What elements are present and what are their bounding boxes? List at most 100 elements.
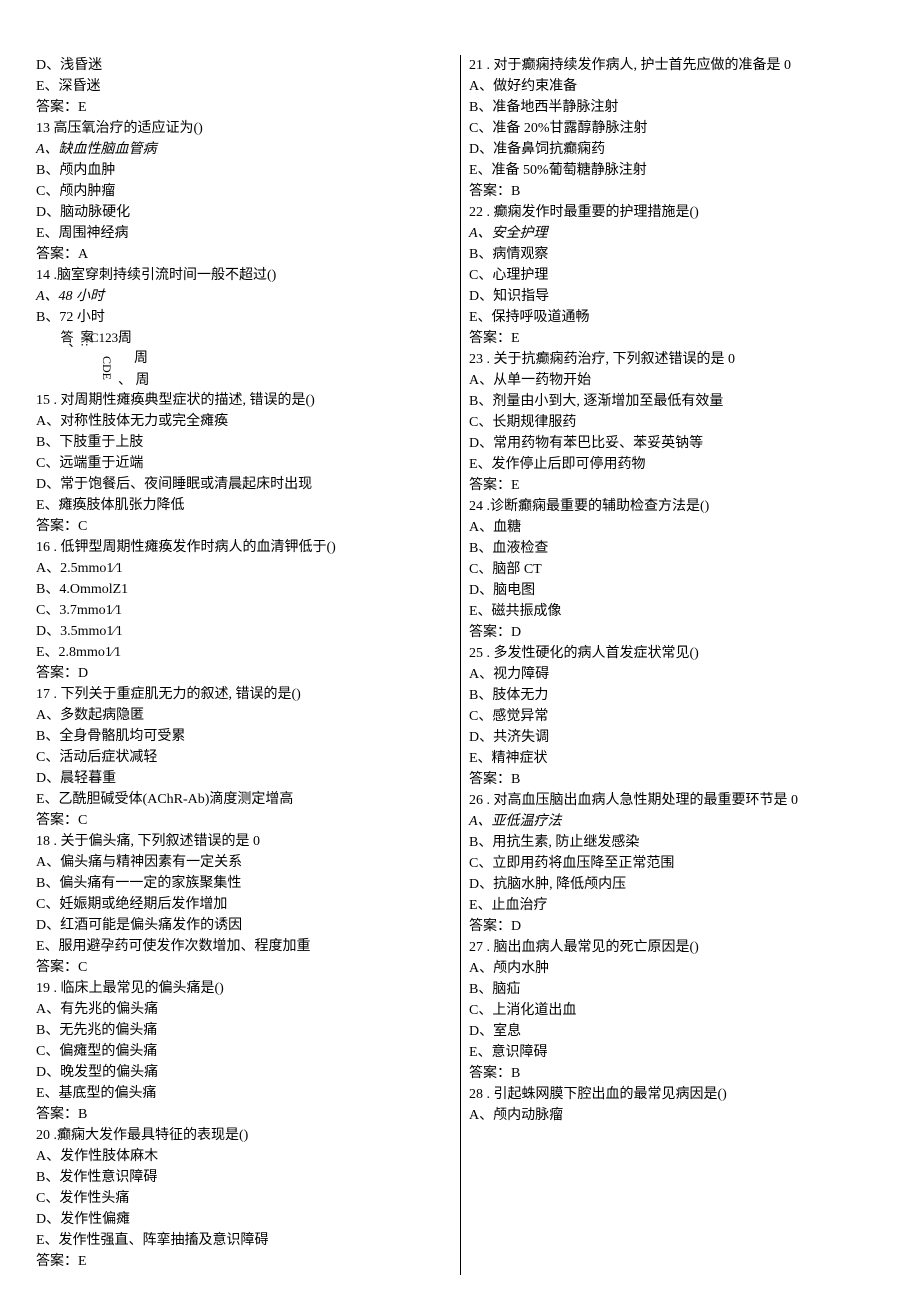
answer-text: 答案：B: [469, 769, 884, 790]
answer-text: 答案：D: [36, 663, 451, 684]
option-text: B、4.OmmolZ1: [36, 579, 451, 600]
option-text: B、准备地西半静脉注射: [469, 97, 884, 118]
answer-text: 答案：C: [36, 516, 451, 537]
garbled-text-block: 答、 案: CDE C123: 周 周 、 周: [36, 328, 451, 390]
option-text: A、颅内动脉瘤: [469, 1105, 884, 1126]
option-text: D、3.5mmo1∕1: [36, 621, 451, 642]
option-text: B、剂量由小到大, 逐渐增加至最低有效量: [469, 391, 884, 412]
option-text: A、2.5mmo1∕1: [36, 558, 451, 579]
answer-text: 答案：C: [36, 810, 451, 831]
option-text: B、颅内血肿: [36, 160, 451, 181]
option-text: B、肢体无力: [469, 685, 884, 706]
question-stem: 13 高压氧治疗的适应证为(): [36, 118, 451, 139]
option-text: D、脑电图: [469, 580, 884, 601]
option-text: B、全身骨骼肌均可受累: [36, 726, 451, 747]
option-text: C、3.7mmo1∕1: [36, 600, 451, 621]
option-text: C、长期规律服药: [469, 412, 884, 433]
garbled-fragment: 、 周: [118, 370, 150, 391]
garbled-fragment: 周: [134, 348, 148, 369]
answer-text: 答案：E: [36, 1251, 451, 1272]
option-text: E、服用避孕药可使发作次数增加、程度加重: [36, 936, 451, 957]
answer-text: 答案：C: [36, 957, 451, 978]
option-text: B、用抗生素, 防止继发感染: [469, 832, 884, 853]
option-text: A、做好约束准备: [469, 76, 884, 97]
question-stem: 20 .癫痫大发作最具特征的表现是(): [36, 1125, 451, 1146]
option-text: B、无先兆的偏头痛: [36, 1020, 451, 1041]
answer-text: 答案：D: [469, 622, 884, 643]
option-text: C、活动后症状减轻: [36, 747, 451, 768]
option-text: A、有先兆的偏头痛: [36, 999, 451, 1020]
option-text: C、脑部 CT: [469, 559, 884, 580]
option-text: D、脑动脉硬化: [36, 202, 451, 223]
option-text: E、发作性强直、阵挛抽搐及意识障碍: [36, 1230, 451, 1251]
option-text: C、上消化道出血: [469, 1000, 884, 1021]
question-stem: 21 . 对于癫痫持续发作病人, 护士首先应做的准备是 0: [469, 55, 884, 76]
garbled-fragment: 周: [118, 328, 132, 349]
option-text: A、48 小时: [36, 286, 451, 307]
question-stem: 24 .诊断癫痫最重要的辅助检查方法是(): [469, 496, 884, 517]
question-stem: 25 . 多发性硬化的病人首发症状常见(): [469, 643, 884, 664]
option-text: C、发作性头痛: [36, 1188, 451, 1209]
option-text: A、安全护理: [469, 223, 884, 244]
question-stem: 23 . 关于抗癫痫药治疗, 下列叙述错误的是 0: [469, 349, 884, 370]
question-stem: 22 . 癫痫发作时最重要的护理措施是(): [469, 202, 884, 223]
option-text: E、周围神经病: [36, 223, 451, 244]
option-text: D、浅昏迷: [36, 55, 451, 76]
option-text: D、红酒可能是偏头痛发作的诱因: [36, 915, 451, 936]
option-text: B、发作性意识障碍: [36, 1167, 451, 1188]
question-stem: 16 . 低钾型周期性瘫痪发作时病人的血清钾低于(): [36, 537, 451, 558]
option-text: D、共济失调: [469, 727, 884, 748]
option-text: A、亚低温疗法: [469, 811, 884, 832]
answer-text: 答案：D: [469, 916, 884, 937]
option-text: E、深昏迷: [36, 76, 451, 97]
option-text: E、精神症状: [469, 748, 884, 769]
option-text: A、缺血性脑血管病: [36, 139, 451, 160]
option-text: E、准备 50%葡萄糖静脉注射: [469, 160, 884, 181]
question-stem: 26 . 对高血压脑出血病人急性期处理的最重要环节是 0: [469, 790, 884, 811]
answer-text: 答案：B: [469, 181, 884, 202]
question-stem: 18 . 关于偏头痛, 下列叙述错误的是 0: [36, 831, 451, 852]
option-text: C、感觉异常: [469, 706, 884, 727]
option-text: D、室息: [469, 1021, 884, 1042]
option-text: A、偏头痛与精神因素有一定关系: [36, 852, 451, 873]
question-stem: 28 . 引起蛛网膜下腔出血的最常见病因是(): [469, 1084, 884, 1105]
option-text: E、乙酰胆碱受体(AChR-Ab)滴度测定增高: [36, 789, 451, 810]
option-text: E、瘫痪肢体肌张力降低: [36, 495, 451, 516]
option-text: D、常用药物有苯巴比妥、苯妥英钠等: [469, 433, 884, 454]
option-text: D、常于饱餐后、夜间睡眠或清晨起床时出现: [36, 474, 451, 495]
option-text: E、止血治疗: [469, 895, 884, 916]
answer-text: 答案：B: [469, 1063, 884, 1084]
option-text: A、从单一药物开始: [469, 370, 884, 391]
option-text: D、准备鼻饲抗癫痫药: [469, 139, 884, 160]
option-text: D、发作性偏瘫: [36, 1209, 451, 1230]
option-text: D、晨轻暮重: [36, 768, 451, 789]
question-stem: 17 . 下列关于重症肌无力的叙述, 错误的是(): [36, 684, 451, 705]
option-text: A、发作性肢体麻木: [36, 1146, 451, 1167]
option-text: A、视力障碍: [469, 664, 884, 685]
option-text: A、血糖: [469, 517, 884, 538]
answer-text: 答案：E: [469, 328, 884, 349]
option-text: C、偏瘫型的偏头痛: [36, 1041, 451, 1062]
option-text: E、发作停止后即可停用药物: [469, 454, 884, 475]
answer-text: 答案：E: [36, 97, 451, 118]
option-text: C、妊娠期或绝经期后发作增加: [36, 894, 451, 915]
option-text: E、意识障碍: [469, 1042, 884, 1063]
option-text: A、多数起病隐匿: [36, 705, 451, 726]
option-text: C、心理护理: [469, 265, 884, 286]
option-text: C、远端重于近端: [36, 453, 451, 474]
option-text: B、血液检查: [469, 538, 884, 559]
option-text: D、晚发型的偏头痛: [36, 1062, 451, 1083]
question-stem: 19 . 临床上最常见的偏头痛是(): [36, 978, 451, 999]
option-text: A、对称性肢体无力或完全瘫痪: [36, 411, 451, 432]
option-text: B、病情观察: [469, 244, 884, 265]
garbled-fragment: 答、: [56, 330, 76, 356]
option-text: E、磁共振成像: [469, 601, 884, 622]
option-text: B、脑疝: [469, 979, 884, 1000]
answer-text: 答案：E: [469, 475, 884, 496]
option-text: B、下肢重于上肢: [36, 432, 451, 453]
question-stem: 15 . 对周期性瘫痪典型症状的描述, 错误的是(): [36, 390, 451, 411]
option-text: E、保持呼吸道通畅: [469, 307, 884, 328]
option-text: C、立即用药将血压降至正常范围: [469, 853, 884, 874]
answer-text: 答案：B: [36, 1104, 451, 1125]
option-text: C、准备 20%甘露醇静脉注射: [469, 118, 884, 139]
